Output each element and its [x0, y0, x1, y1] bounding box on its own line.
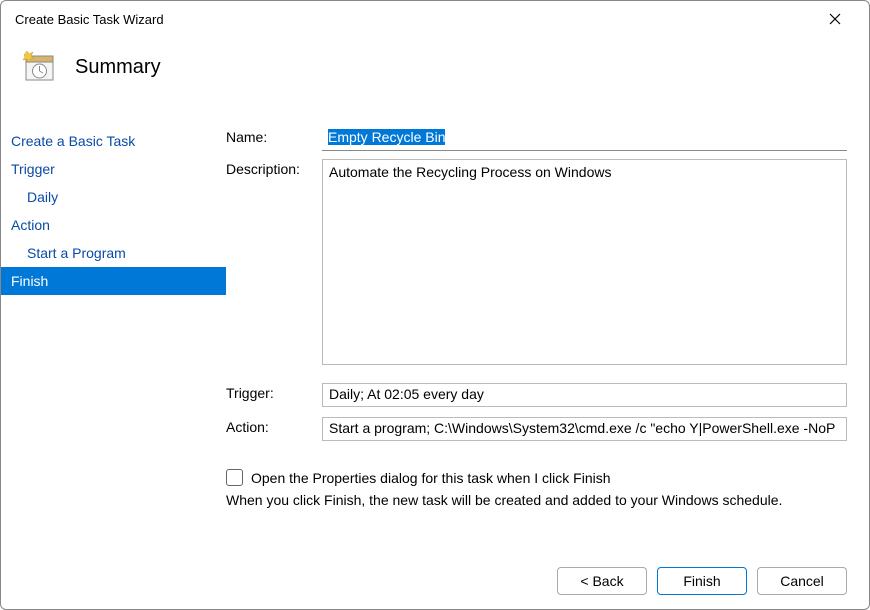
name-row: Name: Empty Recycle Bin: [226, 127, 847, 151]
window-title: Create Basic Task Wizard: [15, 12, 164, 27]
action-field[interactable]: Start a program; C:\Windows\System32\cmd…: [322, 417, 847, 441]
finish-button[interactable]: Finish: [657, 567, 747, 595]
description-label: Description:: [226, 159, 322, 177]
step-finish[interactable]: Finish: [1, 267, 226, 295]
name-label: Name:: [226, 127, 322, 145]
cancel-button[interactable]: Cancel: [757, 567, 847, 595]
trigger-field[interactable]: Daily; At 02:05 every day: [322, 383, 847, 407]
page-heading: Summary: [75, 56, 161, 79]
open-properties-label: Open the Properties dialog for this task…: [251, 470, 611, 486]
form-panel: Name: Empty Recycle Bin Description: Aut…: [226, 127, 869, 553]
wizard-icon: [21, 49, 57, 85]
content-area: Create a Basic Task Trigger Daily Action…: [1, 101, 869, 553]
trigger-row: Trigger: Daily; At 02:05 every day: [226, 383, 847, 407]
step-daily[interactable]: Daily: [1, 183, 226, 211]
open-properties-checkbox[interactable]: [226, 469, 243, 486]
back-button[interactable]: < Back: [557, 567, 647, 595]
description-field[interactable]: Automate the Recycling Process on Window…: [322, 159, 847, 365]
button-bar: < Back Finish Cancel: [1, 553, 869, 609]
wizard-steps-sidebar: Create a Basic Task Trigger Daily Action…: [1, 127, 226, 553]
action-label: Action:: [226, 417, 322, 435]
step-action[interactable]: Action: [1, 211, 226, 239]
step-start-a-program[interactable]: Start a Program: [1, 239, 226, 267]
finish-note: When you click Finish, the new task will…: [226, 492, 847, 508]
close-button[interactable]: [813, 4, 857, 34]
action-row: Action: Start a program; C:\Windows\Syst…: [226, 417, 847, 441]
open-properties-row: Open the Properties dialog for this task…: [226, 469, 847, 486]
step-trigger[interactable]: Trigger: [1, 155, 226, 183]
description-row: Description: Automate the Recycling Proc…: [226, 159, 847, 365]
close-icon: [829, 13, 841, 25]
trigger-label: Trigger:: [226, 383, 322, 401]
step-create-basic-task[interactable]: Create a Basic Task: [1, 127, 226, 155]
titlebar: Create Basic Task Wizard: [1, 1, 869, 37]
wizard-header: Summary: [1, 37, 869, 101]
name-field[interactable]: Empty Recycle Bin: [322, 127, 847, 151]
name-value: Empty Recycle Bin: [328, 129, 445, 145]
